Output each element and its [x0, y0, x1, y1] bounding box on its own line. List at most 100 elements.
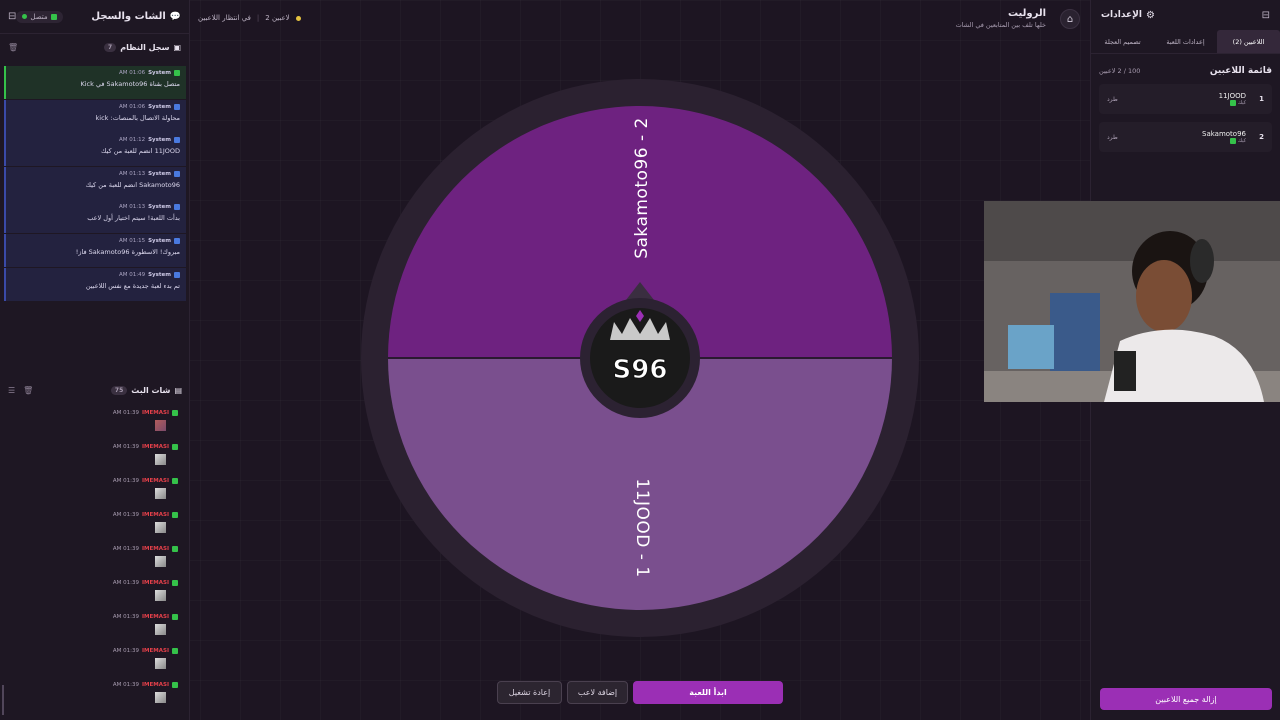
chat-message: IMEMASI 01:39 AM — [0, 646, 190, 680]
shield-icon — [174, 103, 180, 110]
chat-username[interactable]: IMEMASI — [142, 478, 169, 484]
kick-icon — [172, 682, 178, 688]
wheel-segment-bottom-label: 11JOOD - 1 — [632, 478, 652, 577]
chat-username[interactable]: IMEMASI — [142, 682, 169, 688]
webcam-feed — [984, 201, 1280, 402]
home-button[interactable]: ⌂ — [1060, 9, 1080, 29]
chat-time: 01:39 AM — [112, 444, 139, 450]
chat-username[interactable]: IMEMASI — [142, 512, 169, 518]
player-name: 11JOOD — [1218, 92, 1246, 100]
game-status: في انتظار اللاعبين | 2 لاعبين — [198, 14, 301, 22]
chat-log-title: الشات والسجل 💬 — [91, 11, 181, 22]
log-sender: System — [148, 237, 171, 244]
log-item: System 01:13 AM بدأت اللعبة! سيتم اختيار أ… — [4, 200, 186, 234]
log-time: 01:13 AM — [118, 204, 146, 211]
log-time: 01:15 AM — [118, 237, 146, 244]
player-name: Sakamoto96 — [1202, 130, 1246, 138]
trash-icon[interactable]: 🗑 — [8, 43, 18, 52]
add-player-button[interactable]: إضافة لاعب — [567, 681, 628, 704]
list-icon[interactable]: ☰ — [8, 386, 15, 395]
chat-scrollbar[interactable] — [2, 685, 4, 715]
collapse-panel-icon[interactable]: ⊟ — [8, 11, 16, 22]
system-log-list: System 01:06 AM متصل بقناة Sakamoto96 في K… — [4, 66, 186, 301]
player-list: 1 11JOOD كيك طرد 2 Sakamoto96 كيك طرد — [1091, 84, 1280, 152]
chat-icon: ▤ — [174, 385, 182, 395]
player-number: 1 — [1259, 95, 1264, 103]
system-log-count: 7 — [104, 42, 117, 52]
live-chat-header: ☰ 🗑 75 شات البث ▤ — [0, 380, 190, 400]
chat-bubble-icon: 💬 — [169, 11, 181, 22]
emote-image — [155, 692, 166, 703]
player-platform: كيك — [1118, 100, 1246, 106]
chat-username[interactable]: IMEMASI — [142, 546, 169, 552]
chat-time: 01:39 AM — [112, 580, 139, 586]
chat-username[interactable]: IMEMASI — [142, 614, 169, 620]
player-row: 1 11JOOD كيك طرد — [1099, 84, 1272, 114]
log-meta: System 01:12 AM — [12, 137, 180, 144]
webcam-image — [984, 201, 1280, 402]
chat-meta: IMEMASI 01:39 AM — [0, 648, 178, 654]
log-item: System 01:49 AM تم بدء لعبة جديدة مع نفس ا… — [4, 267, 186, 301]
log-item: System 01:12 AM 11JOOD انضم للعبة من كيك — [4, 133, 186, 167]
kick-icon — [172, 648, 178, 654]
emote-image — [155, 522, 166, 533]
kick-icon — [172, 410, 178, 416]
settings-tabs: اللاعبين (2) إعدادات اللعبة تصميم العجلة — [1091, 30, 1280, 54]
live-chat-count: 75 — [110, 385, 128, 395]
kick-icon — [172, 546, 178, 552]
emote-image — [155, 590, 166, 601]
channel-logo-text: S96 — [613, 355, 668, 385]
chat-username[interactable]: IMEMASI — [142, 444, 169, 450]
log-item: System 01:06 AM محاولة الاتصال بالمنصات: k… — [4, 99, 186, 133]
player-list-count: 100 / 2 لاعبين — [1099, 67, 1141, 75]
remove-all-players-button[interactable]: إزالة جميع اللاعبين — [1100, 688, 1272, 710]
roulette-wheel[interactable]: Sakamoto96 - 2 11JOOD - 1 S96 — [360, 78, 920, 642]
log-text: Sakamoto96 انضم للعبة من كيك — [85, 180, 180, 189]
tab-players[interactable]: اللاعبين (2) — [1217, 30, 1280, 53]
emote-image — [155, 658, 166, 669]
tab-game-settings[interactable]: إعدادات اللعبة — [1154, 30, 1217, 53]
log-item: System 01:15 AM مبروك! الاسطورة Sakamoto96… — [4, 233, 186, 267]
player-platform: كيك — [1118, 138, 1246, 144]
log-meta: System 01:06 AM — [12, 103, 180, 110]
chat-time: 01:39 AM — [112, 478, 139, 484]
waiting-text: في انتظار اللاعبين — [198, 14, 251, 22]
log-sender: System — [148, 271, 171, 278]
chat-username[interactable]: IMEMASI — [142, 410, 169, 416]
kick-player-button[interactable]: طرد — [1107, 134, 1118, 141]
status-dot-icon — [295, 15, 301, 21]
collapse-panel-icon[interactable]: ⊟ — [1262, 10, 1270, 21]
start-game-button[interactable]: ابدأ اللعبة — [633, 681, 783, 704]
chat-username[interactable]: IMEMASI — [142, 648, 169, 654]
emote-image — [155, 454, 166, 465]
trash-icon[interactable]: 🗑 — [23, 386, 33, 395]
player-list-title: قائمة اللاعبين — [1209, 66, 1272, 76]
log-meta: System 01:13 AM — [12, 204, 180, 211]
chat-time: 01:39 AM — [112, 648, 139, 654]
chat-time: 01:39 AM — [112, 546, 139, 552]
kick-icon — [1229, 100, 1236, 106]
chat-message: IMEMASI 01:39 AM — [0, 476, 190, 510]
chat-meta: IMEMASI 01:39 AM — [0, 546, 178, 552]
restart-button[interactable]: إعادة تشغيل — [497, 681, 562, 704]
shield-icon — [174, 204, 180, 211]
chat-time: 01:39 AM — [112, 512, 139, 518]
log-text: تم بدء لعبة جديدة مع نفس اللاعبين — [85, 281, 180, 290]
kick-player-button[interactable]: طرد — [1107, 96, 1118, 103]
system-log-header: 🗑 7 سجل النظام ▣ — [0, 34, 189, 60]
player-info: 11JOOD كيك — [1118, 92, 1250, 106]
chat-time: 01:39 AM — [112, 682, 139, 688]
chat-meta: IMEMASI 01:39 AM — [0, 444, 178, 450]
log-time: 01:13 AM — [118, 170, 146, 177]
chat-username[interactable]: IMEMASI — [142, 580, 169, 586]
kick-icon — [172, 478, 178, 484]
shield-icon — [174, 237, 180, 244]
log-meta: System 01:49 AM — [12, 271, 180, 278]
kick-icon — [172, 614, 178, 620]
log-sender: System — [148, 137, 171, 144]
log-sender: System — [148, 103, 171, 110]
tab-wheel-design[interactable]: تصميم العجلة — [1091, 30, 1154, 53]
log-item: System 01:13 AM Sakamoto96 انضم للعبة من ك… — [4, 166, 186, 200]
gear-icon: ⚙ — [1145, 9, 1155, 21]
chat-log-panel: ⊟ متصل الشات والسجل 💬 🗑 7 سجل النظام ▣ Syst… — [0, 0, 190, 720]
